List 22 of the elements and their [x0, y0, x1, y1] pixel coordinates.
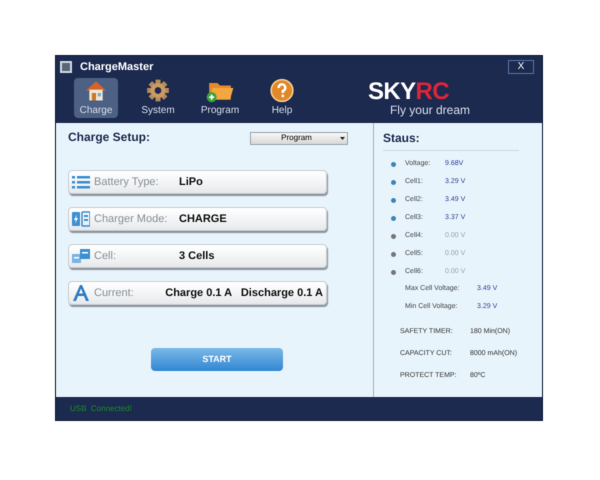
list-icon — [72, 175, 90, 189]
toolbar-button[interactable]: Help — [260, 78, 304, 118]
setting-row[interactable]: Battery Type: LiPo — [68, 170, 327, 194]
dropdown-caret-icon — [340, 136, 346, 140]
setting-row[interactable]: Cell: 3 Cells — [68, 244, 327, 268]
cells-icon — [72, 249, 90, 263]
window-title: ChargeMaster — [80, 60, 154, 75]
logo-tagline: Fly your dream — [390, 104, 470, 116]
toolbar-button[interactable]: System — [136, 78, 180, 118]
program-dropdown[interactable]: Program — [250, 132, 348, 144]
section-title: Staus: — [383, 129, 519, 151]
logo: SKYRC — [368, 80, 450, 104]
toolbar-button[interactable]: Program — [198, 78, 242, 118]
toolbar-button[interactable]: Charge — [74, 78, 118, 118]
setting-row[interactable]: Charger Mode: CHARGE — [68, 207, 327, 231]
current-icon — [72, 284, 90, 302]
close-button[interactable]: X — [508, 60, 534, 74]
section-title: Charge Setup: — [68, 129, 150, 146]
app-icon — [60, 61, 72, 74]
battery-icon — [72, 211, 90, 227]
status-bar-text: USB Connected! — [70, 402, 132, 414]
setting-row[interactable]: Current: Charge 0.1 A Discharge 0.1 A — [68, 281, 327, 305]
